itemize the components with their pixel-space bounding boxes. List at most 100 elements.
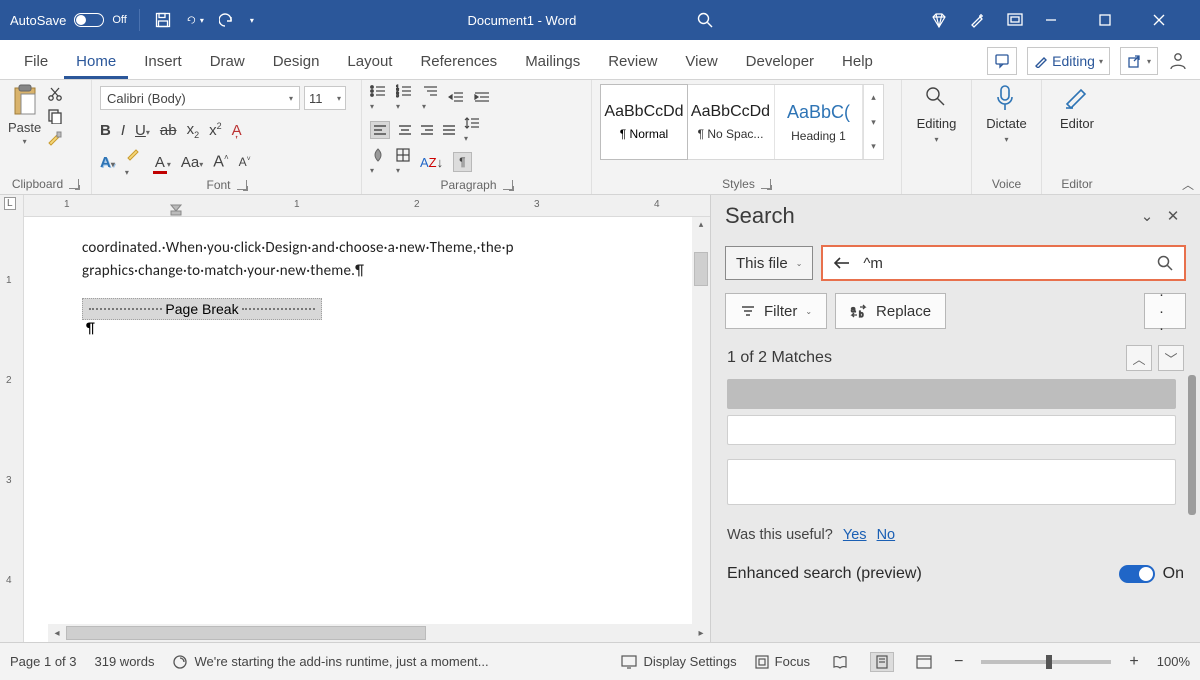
results-scrollbar[interactable]: [1188, 375, 1196, 515]
scrollbar-thumb[interactable]: [694, 252, 708, 286]
cut-icon[interactable]: [47, 86, 63, 102]
copy-icon[interactable]: [47, 108, 63, 124]
replace-button[interactable]: ab Replace: [835, 293, 946, 329]
borders-icon[interactable]: ▾: [396, 148, 410, 176]
redo-icon[interactable]: [218, 11, 236, 29]
search-icon[interactable]: [1156, 254, 1174, 272]
change-case-icon[interactable]: Aa▾: [181, 154, 203, 171]
tab-home[interactable]: Home: [64, 45, 128, 79]
collapse-ribbon-icon[interactable]: ︿: [1176, 174, 1200, 194]
back-arrow-icon[interactable]: [833, 255, 851, 271]
zoom-slider[interactable]: [981, 660, 1111, 664]
tab-layout[interactable]: Layout: [335, 45, 404, 79]
tab-review[interactable]: Review: [596, 45, 669, 79]
tab-design[interactable]: Design: [261, 45, 332, 79]
dialog-launcher-icon[interactable]: [503, 180, 513, 190]
undo-icon[interactable]: ▾: [186, 11, 204, 29]
zoom-level[interactable]: 100%: [1157, 654, 1190, 669]
word-count-status[interactable]: 319 words: [95, 654, 155, 669]
tab-developer[interactable]: Developer: [734, 45, 826, 79]
save-icon[interactable]: [154, 11, 172, 29]
feedback-yes-link[interactable]: Yes: [843, 527, 867, 543]
close-icon[interactable]: ✕: [1160, 207, 1186, 225]
paste-icon[interactable]: [10, 84, 40, 118]
font-name-combo[interactable]: Calibri (Body)▾: [100, 86, 300, 110]
dialog-launcher-icon[interactable]: [69, 179, 79, 189]
vertical-ruler[interactable]: L 1 2 3 4: [0, 195, 24, 642]
more-options-button[interactable]: · · ·: [1144, 293, 1186, 329]
diamond-premium-icon[interactable]: [930, 11, 948, 29]
search-input[interactable]: ^m: [821, 245, 1186, 281]
show-marks-icon[interactable]: ¶: [453, 152, 471, 172]
account-icon[interactable]: [1168, 51, 1188, 71]
vertical-scrollbar[interactable]: ▴: [692, 217, 710, 624]
style-normal[interactable]: AaBbCcDd ¶ Normal: [600, 84, 688, 160]
ribbon-display-icon[interactable]: [1006, 11, 1024, 29]
next-match-button[interactable]: ﹀: [1158, 345, 1184, 371]
read-mode-view-icon[interactable]: [828, 652, 852, 672]
tab-insert[interactable]: Insert: [132, 45, 194, 79]
dialog-launcher-icon[interactable]: [237, 180, 247, 190]
zoom-in-button[interactable]: +: [1129, 653, 1138, 671]
italic-button[interactable]: I: [121, 122, 125, 139]
chevron-down-icon[interactable]: ⌄: [1134, 207, 1160, 225]
coming-soon-icon[interactable]: [968, 11, 986, 29]
tab-mailings[interactable]: Mailings: [513, 45, 592, 79]
underline-button[interactable]: U▾: [135, 122, 150, 139]
line-spacing-icon[interactable]: ▾: [464, 116, 480, 144]
page-number-status[interactable]: Page 1 of 3: [10, 654, 77, 669]
minimize-button[interactable]: [1044, 13, 1078, 27]
clear-formatting-icon[interactable]: A͎: [232, 122, 242, 139]
tab-draw[interactable]: Draw: [198, 45, 257, 79]
tab-help[interactable]: Help: [830, 45, 885, 79]
sort-icon[interactable]: AZ↓: [420, 155, 443, 170]
display-settings-button[interactable]: Display Settings: [621, 654, 736, 669]
editing-mode-button[interactable]: Editing ▾: [1027, 47, 1110, 75]
maximize-button[interactable]: [1098, 13, 1132, 27]
qat-customize-icon[interactable]: ▾: [250, 16, 254, 25]
comments-button[interactable]: [987, 47, 1017, 75]
dialog-launcher-icon[interactable]: [761, 179, 771, 189]
superscript-button[interactable]: x2: [209, 121, 222, 139]
format-painter-icon[interactable]: [47, 130, 63, 146]
search-result-item[interactable]: [727, 415, 1176, 445]
feedback-no-link[interactable]: No: [877, 527, 896, 543]
justify-icon[interactable]: [442, 124, 456, 136]
first-line-indent-icon[interactable]: [170, 204, 182, 216]
font-size-combo[interactable]: 11▾: [304, 86, 346, 110]
text-effects-icon[interactable]: A▾: [100, 154, 115, 171]
numbering-icon[interactable]: 123▾: [396, 84, 412, 112]
autosave-toggle[interactable]: AutoSave Off: [0, 13, 137, 28]
increase-indent-icon[interactable]: [474, 91, 490, 105]
web-layout-view-icon[interactable]: [912, 652, 936, 672]
styles-scroll[interactable]: ▴▾▾: [863, 85, 883, 159]
style-no-spacing[interactable]: AaBbCcDd ¶ No Spac...: [687, 85, 775, 159]
strikethrough-button[interactable]: ab: [160, 122, 177, 139]
scrollbar-thumb[interactable]: [66, 626, 426, 640]
tab-file[interactable]: File: [12, 45, 60, 79]
bold-button[interactable]: B: [100, 122, 111, 139]
document-viewport[interactable]: coordinated.·When·you·click·Design·and·c…: [24, 217, 710, 642]
tab-view[interactable]: View: [673, 45, 729, 79]
subscript-button[interactable]: x2: [187, 121, 200, 140]
focus-mode-button[interactable]: Focus: [755, 654, 810, 669]
search-result-item[interactable]: [727, 379, 1176, 409]
shrink-font-icon[interactable]: A˅: [239, 155, 251, 169]
align-center-icon[interactable]: [398, 124, 412, 136]
styles-gallery[interactable]: AaBbCcDd ¶ Normal AaBbCcDd ¶ No Spac... …: [600, 84, 884, 160]
prev-match-button[interactable]: ︿: [1126, 345, 1152, 371]
horizontal-scrollbar[interactable]: ◂ ▸: [48, 624, 710, 642]
zoom-out-button[interactable]: −: [954, 653, 963, 671]
decrease-indent-icon[interactable]: [448, 91, 464, 105]
shading-icon[interactable]: ▾: [370, 148, 386, 176]
enhanced-search-toggle[interactable]: [1119, 565, 1155, 583]
filter-button[interactable]: Filter⌄: [725, 293, 827, 329]
align-left-icon[interactable]: [370, 121, 390, 139]
style-heading1[interactable]: AaBbC( Heading 1: [775, 85, 863, 159]
tab-references[interactable]: References: [408, 45, 509, 79]
highlight-icon[interactable]: ▾: [125, 146, 143, 179]
close-button[interactable]: [1152, 13, 1186, 27]
multilevel-list-icon[interactable]: ▾: [422, 84, 438, 112]
tab-selector-icon[interactable]: L: [4, 197, 16, 210]
search-result-item[interactable]: [727, 459, 1176, 505]
